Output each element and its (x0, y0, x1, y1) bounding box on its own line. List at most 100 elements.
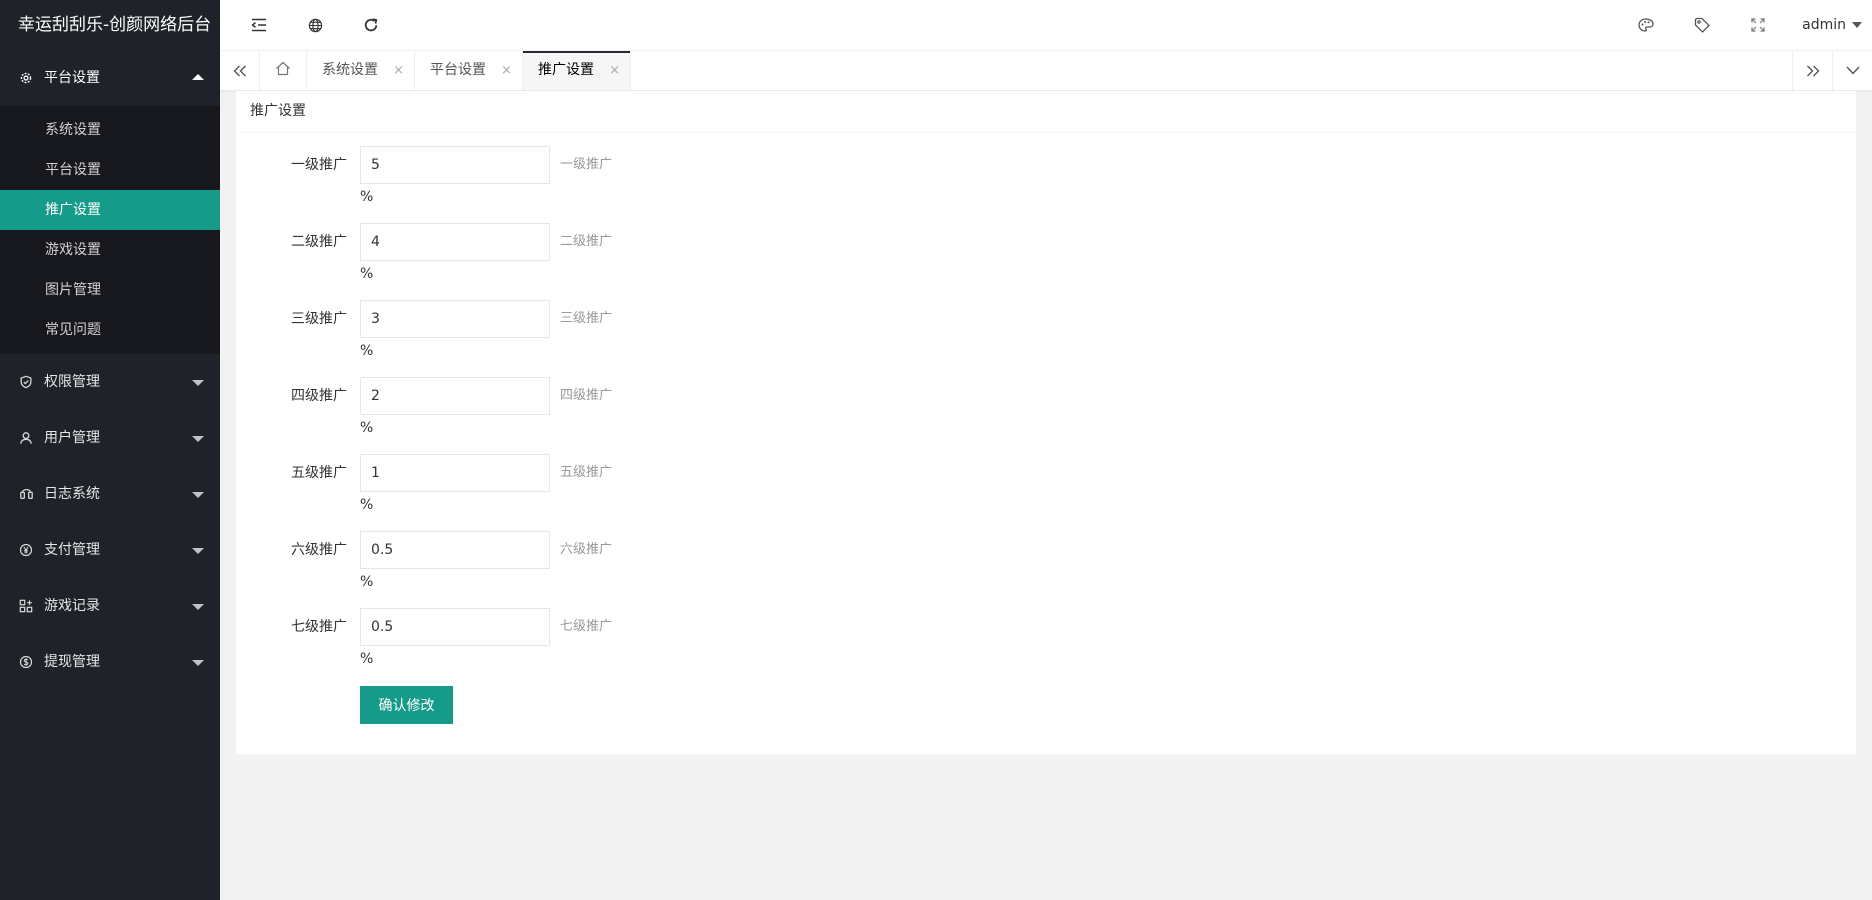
close-icon[interactable]: × (501, 51, 512, 90)
card-title: 推广设置 (236, 91, 1856, 133)
sidebar-group-game-records[interactable]: 游戏记录 (0, 578, 220, 634)
field-unit: % (360, 343, 374, 359)
sidebar-item-game-settings[interactable]: 游戏设置 (0, 230, 220, 270)
form-row-level-7: 七级推广 七级推广 % (236, 608, 1856, 678)
gear-icon (18, 50, 34, 106)
chevron-down-icon (192, 660, 204, 666)
field-hint: 一级推广 (560, 157, 613, 172)
field-unit: % (360, 420, 374, 436)
sidebar-item-image-management[interactable]: 图片管理 (0, 270, 220, 310)
sidebar-group-withdrawals[interactable]: 提现管理 (0, 634, 220, 690)
chevron-up-icon (192, 74, 204, 80)
sidebar-group-payments[interactable]: 支付管理 (0, 522, 220, 578)
theme-icon[interactable] (1618, 0, 1674, 50)
tab-promotion-settings[interactable]: 推广设置 × (523, 51, 631, 90)
field-unit: % (360, 651, 374, 667)
field-unit: % (360, 574, 374, 590)
tabs-menu-button[interactable] (1832, 51, 1872, 90)
fullscreen-icon[interactable] (1730, 0, 1786, 50)
chevron-down-icon (192, 492, 204, 498)
caret-down-icon (1852, 22, 1862, 28)
yen-icon (18, 522, 34, 578)
chevron-down-icon (192, 380, 204, 386)
tab-system-settings[interactable]: 系统设置 × (307, 51, 415, 90)
promotion-settings-card: 推广设置 一级推广 一级推广 % 二级推广 二级推广 % 三级推广 三级推广 %… (236, 91, 1856, 754)
confirm-modify-button[interactable]: 确认修改 (360, 686, 453, 724)
field-unit: % (360, 266, 374, 282)
form-row-level-4: 四级推广 四级推广 % (236, 377, 1856, 447)
field-hint: 三级推广 (560, 311, 613, 326)
level-5-rate-input[interactable] (360, 454, 550, 492)
field-hint: 四级推广 (560, 388, 613, 403)
level-3-rate-input[interactable] (360, 300, 550, 338)
sidebar-item-faq[interactable]: 常见问题 (0, 310, 220, 350)
field-label: 六级推广 (291, 542, 347, 558)
sidebar: 幸运刮刮乐-创颜网络后台 平台设置 系统设置 平台设置 推广设置 游戏设置 图片… (0, 0, 220, 900)
level-2-rate-input[interactable] (360, 223, 550, 261)
field-label: 一级推广 (291, 157, 347, 173)
level-7-rate-input[interactable] (360, 608, 550, 646)
tab-label: 平台设置 (430, 62, 486, 78)
dollar-icon (18, 634, 34, 690)
close-icon[interactable]: × (609, 51, 620, 90)
sidebar-group-label: 用户管理 (44, 430, 100, 446)
sidebar-group-label: 平台设置 (44, 70, 100, 86)
home-icon (275, 61, 291, 80)
sidebar-group-users[interactable]: 用户管理 (0, 410, 220, 466)
form-row-level-2: 二级推广 二级推广 % (236, 223, 1856, 293)
sidebar-group-logs[interactable]: 日志系统 (0, 466, 220, 522)
field-hint: 六级推广 (560, 542, 613, 557)
form-row-level-5: 五级推广 五级推广 % (236, 454, 1856, 524)
shield-icon (18, 354, 34, 410)
field-label: 七级推广 (291, 619, 347, 635)
user-menu[interactable]: admin (1802, 0, 1862, 50)
chevron-down-icon (192, 604, 204, 610)
tab-platform-settings[interactable]: 平台设置 × (415, 51, 523, 90)
top-header: admin (220, 0, 1872, 51)
field-label: 三级推广 (291, 311, 347, 327)
username: admin (1802, 17, 1846, 33)
sidebar-group-permissions[interactable]: 权限管理 (0, 354, 220, 410)
tab-bar: 系统设置 × 平台设置 × 推广设置 × (220, 51, 1872, 91)
tag-icon[interactable] (1674, 0, 1730, 50)
sidebar-group-label: 日志系统 (44, 486, 100, 502)
tabs-scroll-left-button[interactable] (220, 51, 260, 90)
tabs-scroll-right-button[interactable] (1792, 51, 1832, 90)
chevron-down-icon (192, 548, 204, 554)
refresh-icon[interactable] (343, 0, 399, 50)
form-row-level-1: 一级推广 一级推广 % (236, 146, 1856, 216)
form-row-level-3: 三级推广 三级推广 % (236, 300, 1856, 370)
sidebar-group-label: 游戏记录 (44, 598, 100, 614)
field-hint: 七级推广 (560, 619, 613, 634)
submenu-platform-settings: 系统设置 平台设置 推广设置 游戏设置 图片管理 常见问题 (0, 106, 220, 354)
close-icon[interactable]: × (393, 51, 404, 90)
sidebar-item-platform-settings[interactable]: 平台设置 (0, 150, 220, 190)
sidebar-item-promotion-settings[interactable]: 推广设置 (0, 190, 220, 230)
user-icon (18, 410, 34, 466)
sidebar-group-platform-settings[interactable]: 平台设置 (0, 50, 220, 106)
chevron-down-icon (192, 436, 204, 442)
field-unit: % (360, 497, 374, 513)
sidebar-group-label: 提现管理 (44, 654, 100, 670)
home-tab[interactable] (260, 51, 307, 90)
app-logo-title: 幸运刮刮乐-创颜网络后台 (0, 0, 220, 50)
level-6-rate-input[interactable] (360, 531, 550, 569)
field-label: 四级推广 (291, 388, 347, 404)
level-1-rate-input[interactable] (360, 146, 550, 184)
tab-label: 系统设置 (322, 62, 378, 78)
log-icon (18, 466, 34, 522)
sidebar-item-system-settings[interactable]: 系统设置 (0, 110, 220, 150)
level-4-rate-input[interactable] (360, 377, 550, 415)
tabs-list: 系统设置 × 平台设置 × 推广设置 × (307, 51, 631, 90)
field-label: 二级推广 (291, 234, 347, 250)
field-hint: 五级推广 (560, 465, 613, 480)
tab-label: 推广设置 (538, 62, 594, 78)
sidebar-group-label: 权限管理 (44, 374, 100, 390)
globe-icon[interactable] (287, 0, 343, 50)
sidebar-group-label: 支付管理 (44, 542, 100, 558)
form-row-level-6: 六级推广 六级推广 % (236, 531, 1856, 601)
apps-icon (18, 578, 34, 634)
field-unit: % (360, 189, 374, 205)
menu-fold-icon[interactable] (231, 0, 287, 50)
field-hint: 二级推广 (560, 234, 613, 249)
